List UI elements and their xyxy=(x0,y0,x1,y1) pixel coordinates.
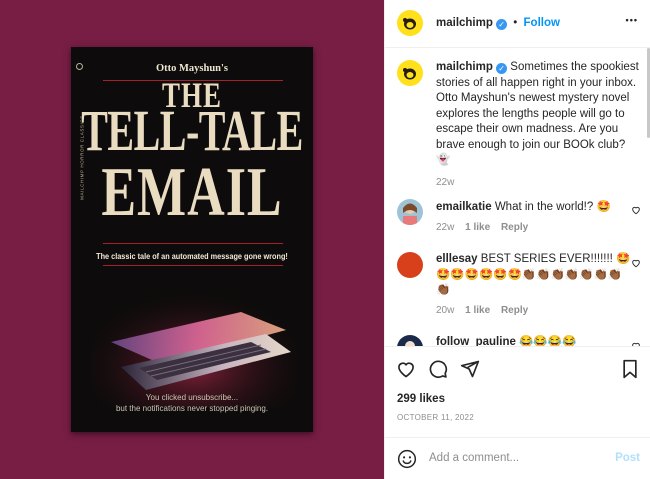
comment-meta: 22w 1 like Reply xyxy=(436,220,631,236)
avatar[interactable] xyxy=(397,60,423,86)
avatar[interactable] xyxy=(397,199,423,225)
post-author-username[interactable]: mailchimp xyxy=(436,17,493,29)
post-media[interactable]: MAILCHIMP HORROR CLASSICS Otto Mayshun's… xyxy=(0,0,384,479)
divider xyxy=(103,243,283,244)
post-date[interactable]: OCTOBER 11, 2022 xyxy=(397,413,474,422)
avatar[interactable] xyxy=(397,335,423,346)
like-heart-icon[interactable] xyxy=(396,359,416,379)
avatar[interactable] xyxy=(397,252,423,278)
post-header: mailchimp ✓ • Follow ••• xyxy=(385,0,650,48)
post-side-panel: mailchimp ✓ • Follow ••• mailchimp ✓ Som… xyxy=(385,0,650,479)
comment-text: 😂😂😂😂 xyxy=(519,336,577,346)
verified-badge-icon: ✓ xyxy=(496,19,508,30)
save-bookmark-icon[interactable] xyxy=(621,359,639,379)
post-comment-button[interactable]: Post xyxy=(615,452,640,464)
book-cover-image: MAILCHIMP HORROR CLASSICS Otto Mayshun's… xyxy=(71,47,313,432)
mailchimp-logo-icon xyxy=(403,68,416,80)
action-bar xyxy=(385,346,650,388)
book-title-line3: EMAIL xyxy=(101,154,283,231)
more-options-icon[interactable]: ••• xyxy=(626,15,638,25)
comment-username[interactable]: elllesay xyxy=(436,253,478,265)
likes-count[interactable]: 299 likes xyxy=(397,393,445,405)
comment: follow_pauline 😂😂😂😂 xyxy=(436,335,631,346)
laptop-illustration xyxy=(91,272,296,407)
caption-text: Sometimes the spookiest stories of all h… xyxy=(436,61,639,166)
avatar[interactable] xyxy=(397,10,423,36)
comment-time[interactable]: 22w xyxy=(436,222,454,233)
verified-badge-icon: ✓ xyxy=(496,63,508,74)
mailchimp-logo-icon xyxy=(403,18,416,30)
emoji-icon[interactable] xyxy=(397,449,417,469)
user-photo-icon xyxy=(403,203,417,225)
book-footer: You clicked unsubscribe... but the notif… xyxy=(71,392,313,414)
comment-likes[interactable]: 1 like xyxy=(465,222,490,233)
caption-time[interactable]: 22w xyxy=(436,175,641,191)
post-caption: mailchimp ✓ Sometimes the spookiest stor… xyxy=(436,60,641,190)
book-footer-line2: but the notifications never stopped ping… xyxy=(115,404,269,413)
divider xyxy=(103,265,283,266)
share-paper-plane-icon[interactable] xyxy=(460,359,480,379)
comment: elllesay BEST SERIES EVER!!!!!!! 🤩🤩🤩🤩🤩🤩🤩… xyxy=(436,252,631,318)
reply-button[interactable]: Reply xyxy=(501,305,528,316)
follow-button[interactable]: Follow xyxy=(524,17,560,29)
comment-meta: 20w 1 like Reply xyxy=(436,303,631,319)
comment-text: What in the world!? 🤩 xyxy=(494,201,611,213)
comment-time[interactable]: 20w xyxy=(436,305,454,316)
comment-like-heart-icon[interactable] xyxy=(631,258,641,271)
caption-username[interactable]: mailchimp xyxy=(436,61,493,73)
user-photo-icon xyxy=(405,341,415,346)
add-comment-input[interactable]: Add a comment... xyxy=(429,452,519,464)
book-author: Otto Mayshun's xyxy=(155,63,229,74)
comment-username[interactable]: follow_pauline xyxy=(436,336,516,346)
book-tagline: The classic tale of an automated message… xyxy=(96,251,288,261)
comment-likes[interactable]: 1 like xyxy=(465,305,490,316)
add-comment-bar: Add a comment... Post xyxy=(385,437,650,479)
comment: emailkatie What in the world!? 🤩 22w 1 l… xyxy=(436,200,631,235)
comment-bubble-icon[interactable] xyxy=(428,359,448,379)
separator-dot: • xyxy=(513,17,518,29)
comment-username[interactable]: emailkatie xyxy=(436,201,492,213)
comment-like-heart-icon[interactable] xyxy=(631,205,641,218)
reply-button[interactable]: Reply xyxy=(501,222,528,233)
book-footer-line1: You clicked unsubscribe... xyxy=(145,393,239,402)
comments-list: mailchimp ✓ Sometimes the spookiest stor… xyxy=(385,48,650,346)
